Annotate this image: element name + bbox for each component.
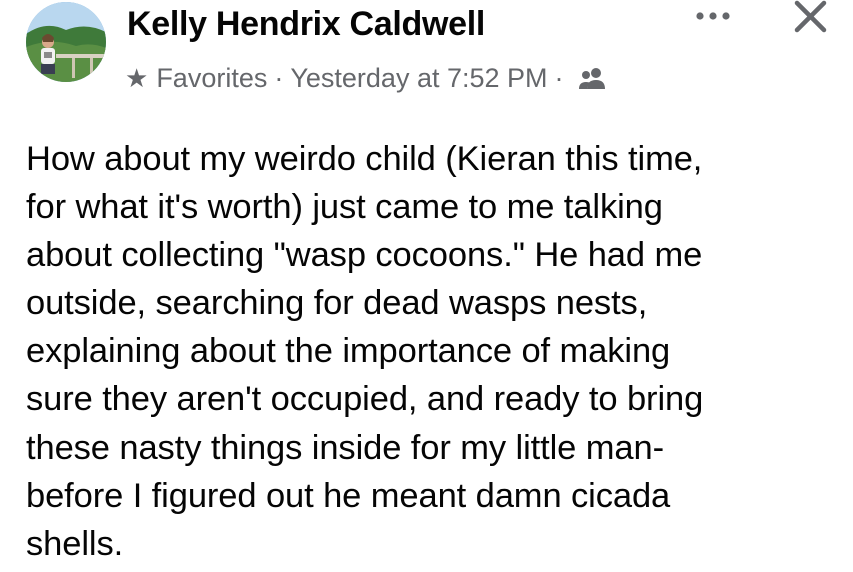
more-options-icon[interactable] [688,0,738,36]
friends-icon[interactable] [577,65,607,91]
post-meta: ★ Favorites · Yesterday at 7:52 PM · [125,56,607,100]
close-icon[interactable] [788,0,832,36]
star-icon: ★ [125,63,149,93]
post-timestamp[interactable]: Yesterday at 7:52 PM [290,63,547,94]
author-name[interactable]: Kelly Hendrix Caldwell [127,2,485,46]
post-body-text: How about my weirdo child (Kieran this t… [26,140,704,563]
meta-separator: · [274,62,284,93]
avatar[interactable] [26,2,106,82]
avatar-photo [26,2,106,82]
meta-separator-2: · [554,62,564,93]
favorites-label[interactable]: Favorites [156,63,267,94]
